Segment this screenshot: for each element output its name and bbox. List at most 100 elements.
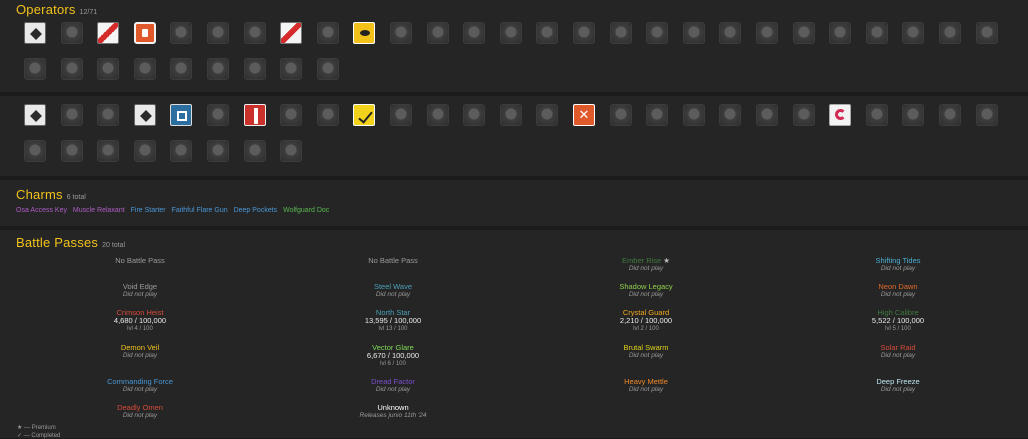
operator-icon[interactable] bbox=[902, 104, 925, 126]
operator-icon[interactable] bbox=[316, 104, 339, 126]
operator-icon[interactable] bbox=[390, 104, 412, 126]
operator-icon[interactable] bbox=[426, 22, 449, 44]
operator-icon[interactable] bbox=[24, 22, 46, 44]
operator-icon[interactable] bbox=[536, 104, 559, 126]
operator-icon[interactable] bbox=[756, 22, 778, 44]
operator-icon[interactable] bbox=[902, 22, 925, 44]
operator-icon[interactable] bbox=[243, 58, 266, 80]
operator-icon[interactable] bbox=[280, 22, 303, 44]
operator-icon[interactable] bbox=[829, 22, 852, 44]
operator-icon[interactable] bbox=[719, 104, 742, 126]
operator-icon[interactable] bbox=[60, 104, 83, 126]
battle-pass-status: Did not play bbox=[122, 386, 158, 393]
operator-icon[interactable] bbox=[207, 104, 229, 126]
operator-icon[interactable] bbox=[499, 22, 522, 44]
charm-item[interactable]: Wolfguard Doc bbox=[283, 207, 329, 214]
battle-pass-status: Did not play bbox=[880, 265, 916, 272]
operator-icon[interactable] bbox=[609, 104, 632, 126]
operator-icon[interactable] bbox=[426, 104, 449, 126]
operator-icon[interactable] bbox=[60, 58, 83, 80]
operator-icon[interactable] bbox=[60, 140, 83, 162]
operator-icon[interactable] bbox=[97, 22, 120, 44]
operator-icon[interactable] bbox=[573, 22, 595, 44]
operator-icon[interactable] bbox=[243, 22, 266, 44]
operator-icon[interactable] bbox=[975, 104, 998, 126]
operator-icon[interactable] bbox=[280, 140, 303, 162]
operator-icon[interactable] bbox=[133, 104, 156, 126]
operator-icon[interactable] bbox=[792, 22, 815, 44]
operator-icon[interactable] bbox=[243, 140, 266, 162]
operator-icon[interactable] bbox=[170, 58, 193, 80]
battle-passes-title: Battle Passes bbox=[16, 235, 99, 250]
operator-icon[interactable] bbox=[353, 104, 376, 126]
operator-icon[interactable] bbox=[24, 140, 46, 162]
operator-icon[interactable] bbox=[207, 22, 229, 44]
premium-star-icon: ★ bbox=[663, 256, 670, 265]
operator-icon[interactable] bbox=[97, 140, 120, 162]
operator-icon[interactable] bbox=[133, 140, 156, 162]
operator-icon[interactable] bbox=[463, 22, 486, 44]
battle-pass-name: Neon Dawn bbox=[778, 283, 1018, 291]
operator-icon[interactable] bbox=[939, 104, 961, 126]
operator-icon[interactable] bbox=[353, 22, 376, 44]
battle-pass-entry: Crimson Heist 4,680 / 100,000 lvl 4 / 100 bbox=[20, 309, 260, 333]
operator-icon[interactable] bbox=[719, 22, 742, 44]
battle-pass-entry: Crystal Guard 2,210 / 100,000 lvl 2 / 100 bbox=[526, 309, 766, 333]
operator-icon[interactable] bbox=[975, 22, 998, 44]
operator-icon[interactable] bbox=[646, 22, 669, 44]
operator-icon[interactable] bbox=[865, 22, 888, 44]
operator-icon[interactable] bbox=[499, 104, 522, 126]
operator-icon[interactable] bbox=[280, 104, 303, 126]
operator-icon[interactable] bbox=[682, 104, 705, 126]
operator-icon[interactable] bbox=[829, 104, 852, 126]
battle-pass-entry: Unknown Releases junio 11th '24 bbox=[273, 404, 513, 420]
operator-icon[interactable] bbox=[170, 22, 193, 44]
operator-icon[interactable] bbox=[24, 104, 46, 126]
battle-passes-header: Battle Passes 20 total bbox=[16, 235, 125, 250]
operator-icon[interactable] bbox=[316, 22, 339, 44]
operator-icon[interactable] bbox=[792, 104, 815, 126]
legend-premium: ★ — Premium bbox=[17, 425, 56, 431]
battle-pass-name: Ember Rise ★ bbox=[526, 257, 766, 265]
charm-item[interactable]: Deep Pockets bbox=[234, 207, 278, 214]
charm-item[interactable]: Fire Starter bbox=[131, 207, 166, 214]
battle-pass-entry: Neon Dawn Did not play bbox=[778, 283, 1018, 299]
operator-icon[interactable] bbox=[97, 104, 120, 126]
operator-icon[interactable] bbox=[170, 104, 193, 126]
operator-icon[interactable] bbox=[316, 58, 339, 80]
operator-icon[interactable] bbox=[24, 58, 46, 80]
battle-pass-name: Brutal Swarm bbox=[526, 344, 766, 352]
charms-list: Osa Access Key Muscle Relaxant Fire Star… bbox=[16, 207, 333, 214]
charm-item[interactable]: Faithful Flare Gun bbox=[172, 207, 228, 214]
operator-icon[interactable] bbox=[390, 22, 412, 44]
operator-icon[interactable] bbox=[609, 22, 632, 44]
battle-pass-entry: Deep Freeze Did not play bbox=[778, 378, 1018, 394]
battle-pass-progress: 5,522 / 100,000 bbox=[871, 316, 925, 325]
battle-pass-status: Did not play bbox=[628, 265, 664, 272]
operator-icon[interactable] bbox=[97, 58, 120, 80]
battle-pass-name-text: Steel Wave bbox=[373, 282, 413, 291]
operator-icon[interactable] bbox=[536, 22, 559, 44]
operator-icon[interactable] bbox=[463, 104, 486, 126]
battle-pass-level: lvl 4 / 100 bbox=[127, 326, 153, 332]
operator-icon[interactable] bbox=[170, 140, 193, 162]
operator-icon[interactable] bbox=[865, 104, 888, 126]
operator-icon[interactable] bbox=[756, 104, 778, 126]
battle-pass-name-text: Ember Rise bbox=[622, 256, 662, 265]
operator-icon[interactable] bbox=[682, 22, 705, 44]
charm-item[interactable]: Osa Access Key bbox=[16, 207, 67, 214]
operator-icon[interactable] bbox=[646, 104, 669, 126]
operator-icon[interactable] bbox=[207, 58, 229, 80]
operator-icon[interactable] bbox=[243, 104, 266, 126]
operator-icon[interactable] bbox=[280, 58, 303, 80]
charm-item[interactable]: Muscle Relaxant bbox=[73, 207, 125, 214]
operator-icon[interactable] bbox=[207, 140, 229, 162]
operator-icon[interactable] bbox=[133, 22, 156, 44]
operator-icon[interactable] bbox=[939, 22, 961, 44]
battle-pass-name: Deep Freeze bbox=[778, 378, 1018, 386]
battle-pass-entry: Commanding Force Did not play bbox=[20, 378, 260, 394]
operator-icon[interactable] bbox=[60, 22, 83, 44]
operator-icon[interactable] bbox=[133, 58, 156, 80]
battle-pass-name: Unknown bbox=[273, 404, 513, 412]
operator-icon[interactable] bbox=[573, 104, 595, 126]
